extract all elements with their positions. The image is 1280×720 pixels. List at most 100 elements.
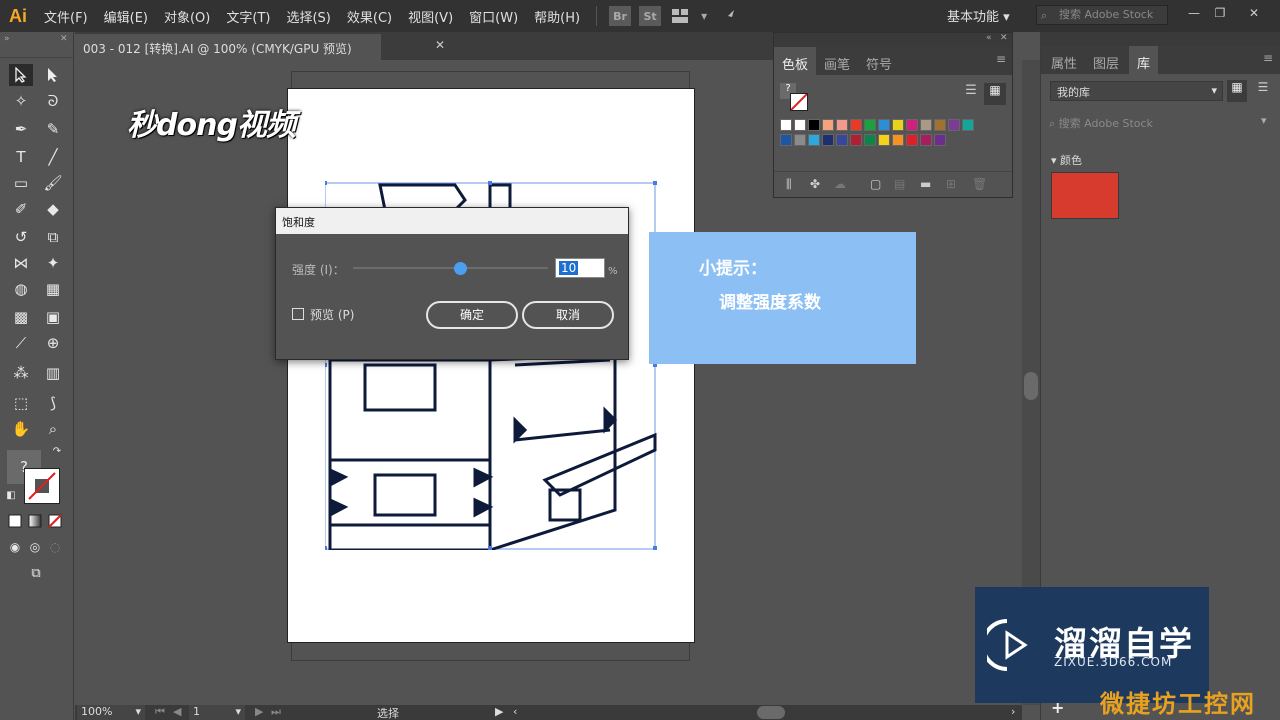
chevron-down-icon[interactable]: ▾ [699, 6, 709, 26]
color-swatch[interactable] [850, 134, 862, 146]
color-swatch[interactable] [794, 119, 806, 131]
tab-swatches[interactable]: 色板 [774, 47, 817, 75]
magic-wand-tool-icon[interactable]: ✧ [9, 90, 33, 112]
document-tab[interactable]: 003 - 012 [转换].AI @ 100% (CMYK/GPU 预览) [75, 34, 381, 60]
color-swatch[interactable] [808, 119, 820, 131]
chevron-down-icon[interactable]: ▾ [1261, 114, 1267, 127]
workspace-switcher[interactable]: 基本功能 ▾ [947, 6, 1010, 25]
color-swatch[interactable] [934, 134, 946, 146]
puppet-warp-tool-icon[interactable]: ✦ [41, 252, 65, 274]
vertical-scrollbar-thumb[interactable] [1024, 372, 1038, 400]
colors-section-header[interactable]: ▾ 颜色 [1051, 152, 1082, 168]
color-swatch[interactable] [864, 134, 876, 146]
color-swatch[interactable] [892, 119, 904, 131]
list-view-icon[interactable]: ☰ [961, 83, 981, 105]
color-mode-icon[interactable] [6, 512, 24, 530]
color-swatch[interactable] [836, 134, 848, 146]
color-swatch[interactable] [780, 134, 792, 146]
gradient-tool-icon[interactable]: ▣ [41, 306, 65, 328]
color-swatch[interactable] [794, 134, 806, 146]
gradient-mode-icon[interactable] [26, 512, 44, 530]
artboard-tool-icon[interactable]: ⬚ [9, 392, 33, 414]
type-tool-icon[interactable]: T [9, 146, 33, 168]
scroll-right-icon[interactable]: › [1011, 705, 1015, 718]
tab-brushes[interactable]: 画笔 [824, 54, 850, 73]
panel-close-icon[interactable]: ✕ [60, 34, 68, 44]
intensity-slider-thumb[interactable] [454, 262, 468, 275]
color-swatch[interactable] [906, 134, 918, 146]
slice-tool-icon[interactable]: ⟆ [41, 392, 65, 414]
minimize-icon[interactable]: — [1186, 6, 1202, 22]
color-swatch[interactable] [878, 119, 890, 131]
tab-properties[interactable]: 属性 [1051, 53, 1077, 72]
tab-libraries[interactable]: 库 [1129, 46, 1159, 74]
scale-tool-icon[interactable]: ⧉ [41, 226, 65, 248]
eyedropper-tool-icon[interactable]: ⟋ [9, 332, 33, 354]
symbol-sprayer-tool-icon[interactable]: ⁂ [9, 362, 33, 384]
color-swatch[interactable] [920, 119, 932, 131]
swatch-options-icon[interactable]: ▢ [870, 177, 881, 191]
scroll-left-icon[interactable]: ‹ [513, 705, 517, 718]
menu-edit[interactable]: 编辑(E) [96, 7, 156, 26]
color-swatch[interactable] [780, 119, 792, 131]
panel-menu-icon[interactable]: ≡ [1263, 51, 1273, 65]
selection-tool-icon[interactable] [9, 64, 33, 86]
screen-mode-icon[interactable]: ⧉ [24, 564, 48, 582]
list-view-icon[interactable]: ☰ [1253, 80, 1273, 102]
cloud-icon[interactable]: ☁ [834, 177, 846, 191]
blend-tool-icon[interactable]: ⊕ [41, 332, 65, 354]
default-colors-icon[interactable]: ◧ [4, 488, 18, 502]
panel-menu-icon[interactable]: ≡ [996, 52, 1006, 66]
color-swatch[interactable] [906, 119, 918, 131]
eraser-tool-icon[interactable]: ◆ [41, 198, 65, 220]
color-swatch[interactable] [948, 119, 960, 131]
width-tool-icon[interactable]: ⋈ [9, 252, 33, 274]
draw-behind-icon[interactable]: ◎ [26, 538, 44, 556]
menu-help[interactable]: 帮助(H) [526, 7, 588, 26]
arrange-documents-icon[interactable] [669, 6, 691, 26]
swatch-kind-icon[interactable]: ✤ [810, 177, 820, 191]
direct-selection-tool-icon[interactable] [41, 64, 65, 86]
panel-close-icon[interactable]: ✕ [1000, 33, 1008, 43]
lasso-tool-icon[interactable]: ᘐ [41, 90, 65, 112]
collapse-icon[interactable]: » [4, 34, 10, 44]
artboard-number-select[interactable]: 1 ▾ [189, 705, 245, 720]
zoom-tool-icon[interactable]: ⌕ [41, 418, 65, 440]
menu-window[interactable]: 窗口(W) [461, 7, 526, 26]
color-swatch[interactable] [808, 134, 820, 146]
swap-colors-icon[interactable]: ↷ [50, 444, 64, 458]
last-artboard-icon[interactable]: ⏭ [271, 705, 281, 719]
zoom-select[interactable]: 100% ▾ [77, 705, 145, 720]
curvature-tool-icon[interactable]: ✎ [41, 118, 65, 140]
new-group-icon[interactable]: ▬ [920, 177, 931, 191]
hand-tool-icon[interactable]: ✋ [9, 418, 33, 440]
color-swatch[interactable] [822, 119, 834, 131]
color-swatch[interactable] [822, 134, 834, 146]
horizontal-scrollbar-thumb[interactable] [757, 706, 785, 719]
current-stroke-swatch[interactable] [790, 93, 808, 111]
draw-normal-icon[interactable]: ◉ [6, 538, 24, 556]
first-artboard-icon[interactable]: ⏮ [155, 705, 165, 719]
stock-icon[interactable]: St [639, 6, 662, 26]
ok-button[interactable]: 确定 [426, 301, 518, 329]
color-swatch[interactable] [892, 134, 904, 146]
library-select[interactable]: 我的库 ▾ [1050, 81, 1223, 101]
tab-layers[interactable]: 图层 [1093, 53, 1119, 72]
color-swatch[interactable] [850, 119, 862, 131]
close-window-icon[interactable]: ✕ [1246, 6, 1262, 22]
color-swatch[interactable] [962, 119, 974, 131]
collapse-icon[interactable]: « [986, 33, 992, 43]
library-color-swatch[interactable] [1051, 172, 1119, 219]
shaper-tool-icon[interactable]: ✐ [9, 198, 33, 220]
intensity-input[interactable]: 10 [555, 258, 605, 278]
pen-tool-icon[interactable]: ✒ [9, 118, 33, 140]
color-swatch[interactable] [836, 119, 848, 131]
shape-builder-tool-icon[interactable]: ◍ [9, 278, 33, 300]
line-tool-icon[interactable]: ╱ [41, 146, 65, 168]
grid-view-icon[interactable]: ▦ [1227, 80, 1247, 102]
stock-search-input[interactable]: ⌕ 搜索 Adobe Stock [1036, 5, 1168, 25]
color-swatch[interactable] [920, 134, 932, 146]
perspective-grid-tool-icon[interactable]: ▦ [41, 278, 65, 300]
rotate-tool-icon[interactable]: ↺ [9, 226, 33, 248]
tools-panel-header[interactable]: » ✕ [0, 32, 73, 58]
